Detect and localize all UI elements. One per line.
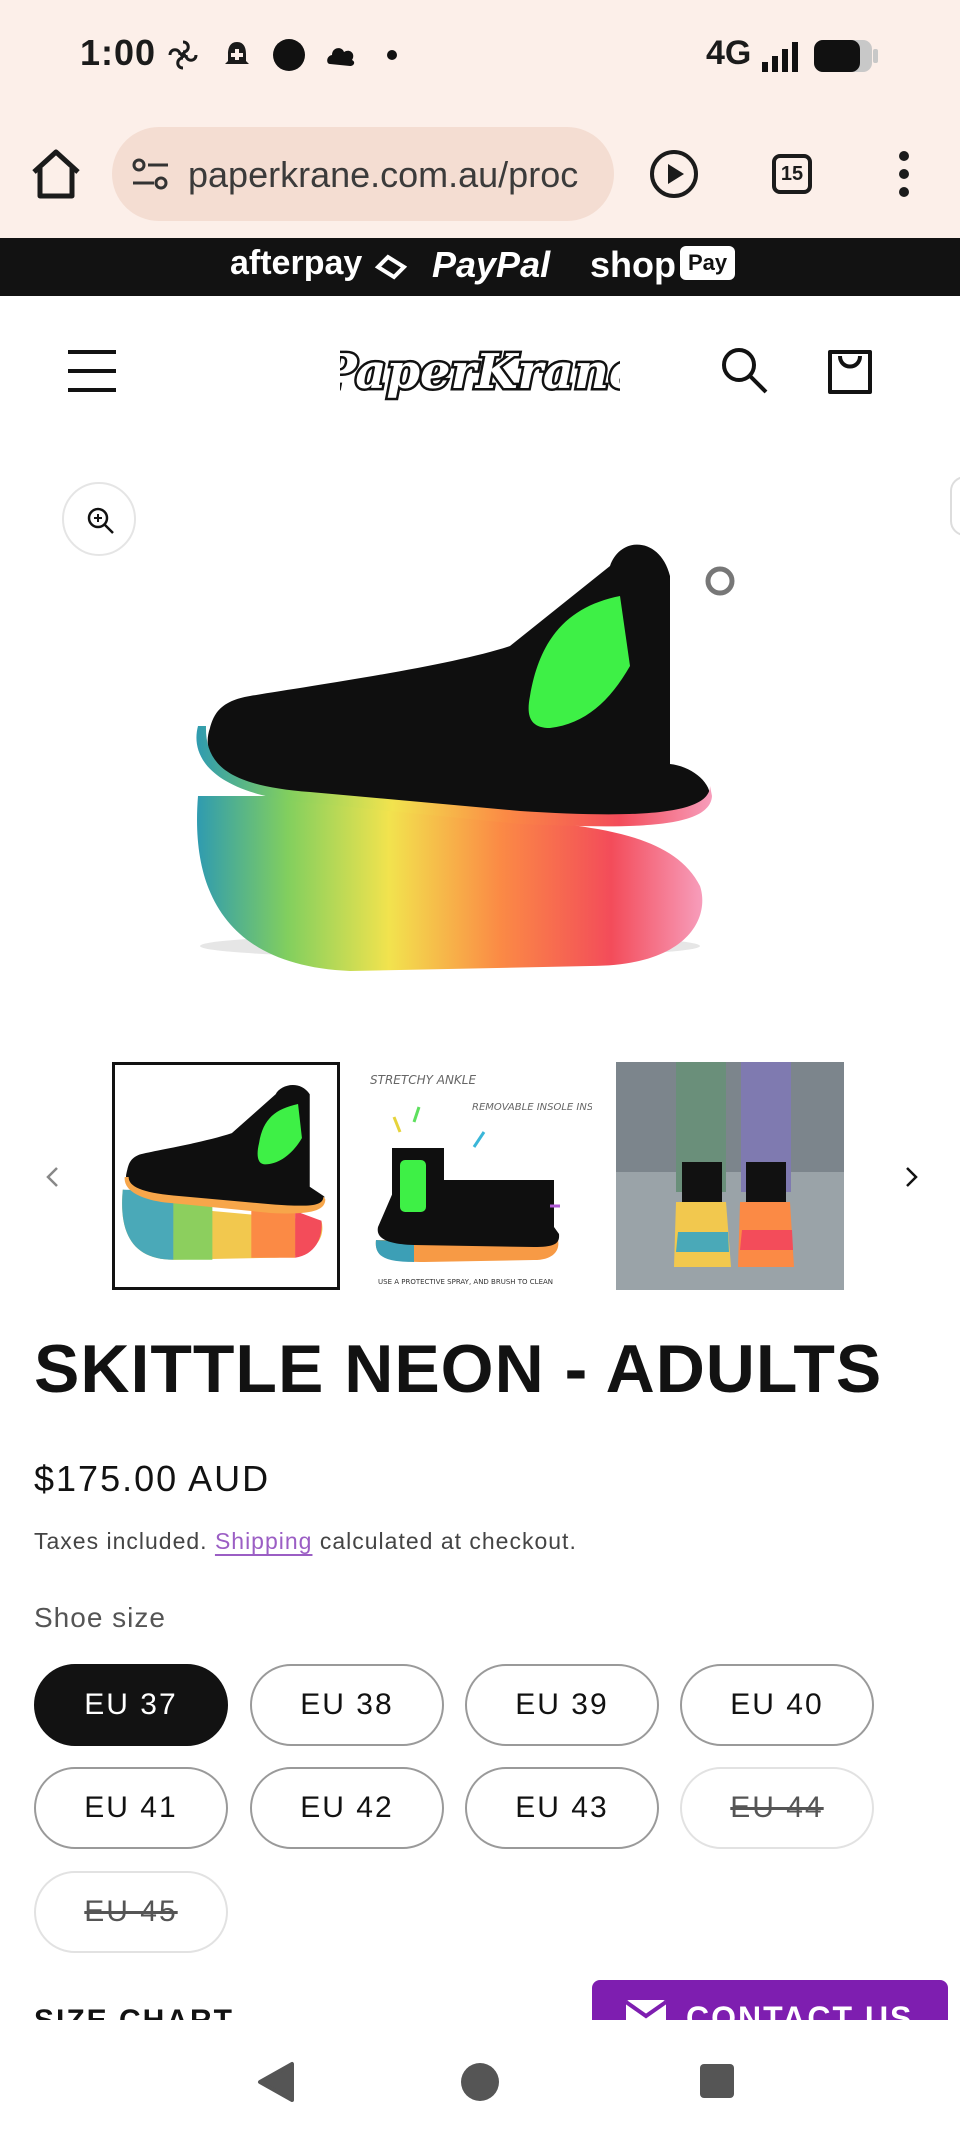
recents-icon[interactable] — [698, 2062, 736, 2100]
site-settings-icon[interactable] — [130, 153, 172, 195]
menu-icon[interactable] — [60, 344, 124, 398]
tax-note: Taxes included. Shipping calculated at c… — [34, 1528, 577, 1555]
network-type: 4G — [706, 34, 752, 72]
status-bar: 1:00 4G — [0, 0, 960, 110]
chevron-right-icon[interactable] — [896, 1162, 926, 1192]
paperkrane-logo[interactable]: PaperKrane — [340, 326, 620, 416]
size-option-eu45[interactable]: EU 45 — [34, 1871, 228, 1953]
thumbnail-1-image — [122, 1084, 326, 1260]
zoom-in-icon — [87, 507, 114, 534]
back-icon[interactable] — [256, 2060, 296, 2104]
size-option-eu41[interactable]: EU 41 — [34, 1767, 228, 1849]
tax-suffix: calculated at checkout. — [312, 1528, 577, 1554]
play-icon[interactable] — [640, 140, 708, 208]
svg-text:REMOVABLE INSOLE INSIDE: REMOVABLE INSOLE INSIDE — [472, 1102, 592, 1113]
shoe-image — [196, 544, 735, 971]
svg-text:STRETCHY ANKLE: STRETCHY ANKLE — [370, 1073, 476, 1087]
contact-us-label: CONTACT US — [686, 2000, 914, 2020]
size-option-eu40[interactable]: EU 40 — [680, 1664, 874, 1746]
contact-us-button[interactable]: CONTACT US — [592, 1980, 948, 2020]
browser-toolbar: paperkrane.com.au/proc 15 — [0, 110, 960, 238]
zoom-button[interactable] — [62, 482, 136, 556]
address-bar[interactable]: paperkrane.com.au/proc — [112, 127, 614, 221]
notification-icon — [225, 42, 249, 64]
site-header: PaperKrane — [0, 296, 960, 446]
thumbnail-2-image: STRETCHY ANKLE REMOVABLE INSOLE INSIDE U… — [364, 1062, 592, 1290]
home-icon[interactable] — [22, 140, 90, 208]
dot-icon — [387, 50, 397, 60]
mail-icon — [624, 2000, 668, 2020]
size-option-eu44[interactable]: EU 44 — [680, 1767, 874, 1849]
product-title: SKITTLE NEON - ADULTS — [34, 1331, 883, 1407]
payment-methods-bar: afterpay PayPal shop Pay — [0, 238, 960, 296]
thumbnail-3[interactable] — [616, 1062, 844, 1290]
size-option-eu42[interactable]: EU 42 — [250, 1767, 444, 1849]
search-icon[interactable] — [714, 340, 774, 400]
cloud-app-icon — [327, 48, 355, 66]
cart-icon[interactable] — [818, 336, 882, 400]
url-text: paperkrane.com.au/proc — [188, 154, 579, 195]
size-option-eu43[interactable]: EU 43 — [465, 1767, 659, 1849]
fan-icon — [168, 40, 198, 70]
chevron-left-icon[interactable] — [38, 1162, 68, 1192]
shipping-link[interactable]: Shipping — [215, 1528, 313, 1554]
more-options-icon[interactable] — [870, 140, 938, 208]
size-option-eu37[interactable]: EU 37 — [34, 1664, 228, 1746]
battery-icon — [814, 40, 878, 72]
thumbnail-carousel: STRETCHY ANKLE REMOVABLE INSOLE INSIDE U… — [0, 1062, 960, 1294]
size-option-eu39[interactable]: EU 39 — [465, 1664, 659, 1746]
product-price: $175.00 AUD — [34, 1458, 271, 1499]
circle-app-icon — [273, 39, 305, 71]
logo-text: PaperKrane — [340, 344, 620, 400]
shop-pay-logo: shop — [590, 244, 676, 285]
thumbnail-2[interactable]: STRETCHY ANKLE REMOVABLE INSOLE INSIDE U… — [364, 1062, 592, 1290]
shoe-size-label: Shoe size — [34, 1602, 166, 1633]
system-nav-bar — [0, 2020, 960, 2133]
next-image-peek — [950, 476, 960, 536]
shop-pay-badge: Pay — [680, 246, 736, 280]
afterpay-arrows-icon — [374, 254, 408, 280]
thumbnail-1[interactable] — [112, 1062, 340, 1290]
home-nav-icon[interactable] — [458, 2060, 502, 2104]
product-main-image[interactable] — [0, 446, 960, 1036]
tax-prefix: Taxes included. — [34, 1528, 215, 1554]
tab-count: 15 — [772, 154, 812, 194]
thumbnail-3-image — [616, 1062, 844, 1290]
paypal-logo: PayPal — [432, 244, 551, 285]
afterpay-logo: afterpay — [230, 244, 363, 282]
size-option-eu38[interactable]: EU 38 — [250, 1664, 444, 1746]
signal-icon — [762, 42, 798, 72]
status-time: 1:00 — [80, 32, 157, 73]
svg-text:USE A PROTECTIVE SPRAY, AND BR: USE A PROTECTIVE SPRAY, AND BRUSH TO CLE… — [378, 1278, 553, 1286]
tab-switcher-button[interactable]: 15 — [758, 140, 826, 208]
